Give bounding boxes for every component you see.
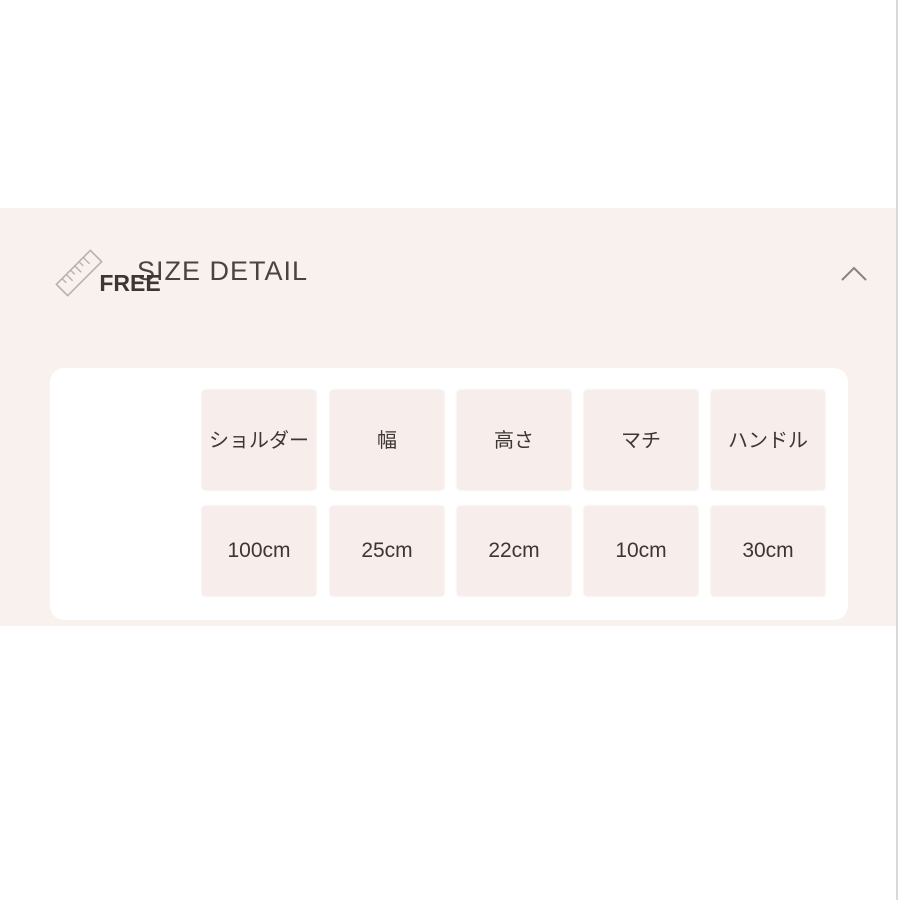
value-cell-gusset: 10cm bbox=[584, 506, 698, 596]
header-cell-shoulder: ショルダー bbox=[202, 390, 316, 490]
header-cell-gusset: マチ bbox=[584, 390, 698, 490]
header-cell-handle: ハンドル bbox=[711, 390, 825, 490]
value-cell-shoulder: 100cm bbox=[202, 506, 316, 596]
chevron-up-icon[interactable] bbox=[836, 260, 872, 288]
size-label: FREE bbox=[99, 270, 161, 296]
header-cell-width: 幅 bbox=[330, 390, 444, 490]
scrollbar-edge bbox=[896, 0, 898, 900]
page: SIZE DETAIL FREE ショルダー 幅 高さ マチ ハンドル 100c… bbox=[0, 0, 900, 900]
header-cell-height: 高さ bbox=[457, 390, 571, 490]
value-cell-handle: 30cm bbox=[711, 506, 825, 596]
value-cell-height: 22cm bbox=[457, 506, 571, 596]
value-cell-width: 25cm bbox=[330, 506, 444, 596]
